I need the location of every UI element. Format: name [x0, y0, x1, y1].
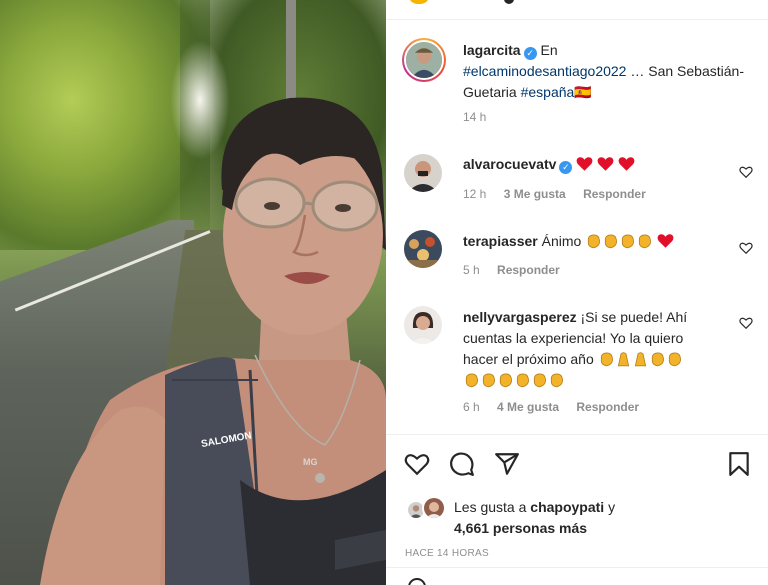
clap-emoji — [588, 234, 601, 249]
woman-selfie — [40, 97, 386, 585]
comment-1-meta: 12 h 3 Me gusta Responder — [463, 187, 646, 201]
caption-hashtag[interactable]: #elcaminodesantiago2022 — [463, 63, 626, 79]
clap-emoji — [639, 234, 652, 249]
red-heart-emoji — [657, 234, 674, 248]
comment-3-time: 6 h — [463, 400, 480, 414]
comment-3-reply-button[interactable]: Responder — [576, 400, 639, 414]
caption-prefix: En — [540, 42, 558, 58]
caption-hashtag-2[interactable]: #españa — [521, 84, 575, 100]
comment-3: nellyvargasperez ¡Si se puede! Ahí cuent… — [463, 307, 753, 391]
likes-suffix: y — [608, 499, 616, 515]
liker-avatar-2 — [422, 496, 446, 520]
comment-2-user[interactable]: terapiasser — [463, 233, 538, 249]
clap-emoji — [465, 373, 478, 388]
clap-emoji — [550, 373, 563, 388]
spain-flag-emoji: 🇪🇸 — [574, 84, 592, 100]
likes-prefix: Les gusta a — [454, 499, 527, 515]
comment-3-meta: 6 h 4 Me gusta Responder — [463, 400, 639, 414]
comment-2-like-icon[interactable] — [739, 241, 753, 255]
comment-2-meta: 5 h Responder — [463, 263, 560, 277]
actions-divider — [386, 434, 768, 435]
likes-count[interactable]: 4,661 personas más — [454, 518, 587, 539]
comment-3-text-line3: hacer el próximo año — [463, 351, 594, 367]
clap-emoji — [668, 352, 681, 367]
commenter-avatar-1[interactable] — [404, 154, 442, 192]
praying-hands-emoji — [634, 352, 646, 367]
comment-3-text-line2: cuentas la experiencia! Yo la quiero — [463, 330, 684, 346]
heart-icon[interactable] — [404, 451, 430, 477]
clap-emoji — [533, 373, 546, 388]
likes-line-1: Les gusta a chapoypati y — [454, 497, 615, 518]
praying-hands-emoji — [617, 352, 629, 367]
clap-emoji — [622, 234, 635, 249]
verified-badge-icon: ✓ — [523, 47, 537, 60]
comment-1-like-icon[interactable] — [739, 165, 753, 179]
red-heart-emoji — [618, 157, 635, 171]
story-ring-fragment — [408, 0, 430, 4]
posted-ago[interactable]: HACE 14 HORAS — [405, 548, 489, 559]
comments-panel: lagarcita ✓ En #elcaminodesantiago2022 … … — [386, 0, 768, 585]
comment-1: alvarocuevatv ✓ — [463, 154, 635, 175]
clap-emoji — [651, 352, 664, 367]
comment-1-reply-button[interactable]: Responder — [583, 187, 646, 201]
clap-emoji — [482, 373, 495, 388]
save-icon[interactable] — [726, 451, 752, 477]
comment-3-user[interactable]: nellyvargasperez — [463, 309, 577, 325]
header-edge — [386, 0, 768, 20]
comment-1-user[interactable]: alvarocuevatv — [463, 156, 556, 172]
comment-3-like-icon[interactable] — [739, 316, 753, 330]
commenter-avatar-3[interactable] — [404, 306, 442, 344]
comment-2-reply-button[interactable]: Responder — [497, 263, 560, 277]
red-heart-emoji — [597, 157, 614, 171]
likes-user[interactable]: chapoypati — [530, 499, 604, 515]
comment-3-likes[interactable]: 4 Me gusta — [497, 400, 559, 414]
clap-emoji — [600, 352, 613, 367]
emoji-icon[interactable] — [408, 578, 426, 585]
red-heart-emoji — [576, 157, 593, 171]
comment-input-divider — [386, 567, 768, 568]
post-photo[interactable]: SALOMON MG — [0, 0, 386, 585]
clap-emoji — [516, 373, 529, 388]
caption-time-text: 14 h — [463, 110, 487, 124]
share-icon[interactable] — [494, 451, 520, 477]
comment-2: terapiasser Ánimo — [463, 231, 674, 252]
comment-1-time: 12 h — [463, 187, 487, 201]
comment-icon[interactable] — [449, 451, 475, 477]
clap-emoji — [605, 234, 618, 249]
verified-badge-icon: ✓ — [559, 161, 573, 174]
comment-1-likes[interactable]: 3 Me gusta — [504, 187, 566, 201]
caption-time: 14 h — [463, 110, 500, 124]
comment-2-time: 5 h — [463, 263, 480, 277]
commenter-avatar-2[interactable] — [404, 230, 442, 268]
caption: lagarcita ✓ En #elcaminodesantiago2022 … … — [463, 40, 753, 103]
caption-author[interactable]: lagarcita — [463, 42, 521, 58]
author-avatar[interactable] — [402, 38, 446, 82]
header-glyph-fragment — [504, 0, 514, 4]
comment-2-text: Ánimo — [541, 233, 582, 249]
comment-3-text-line1: ¡Si se puede! Ahí — [580, 309, 688, 325]
clap-emoji — [499, 373, 512, 388]
pendant-text: MG — [303, 457, 318, 467]
